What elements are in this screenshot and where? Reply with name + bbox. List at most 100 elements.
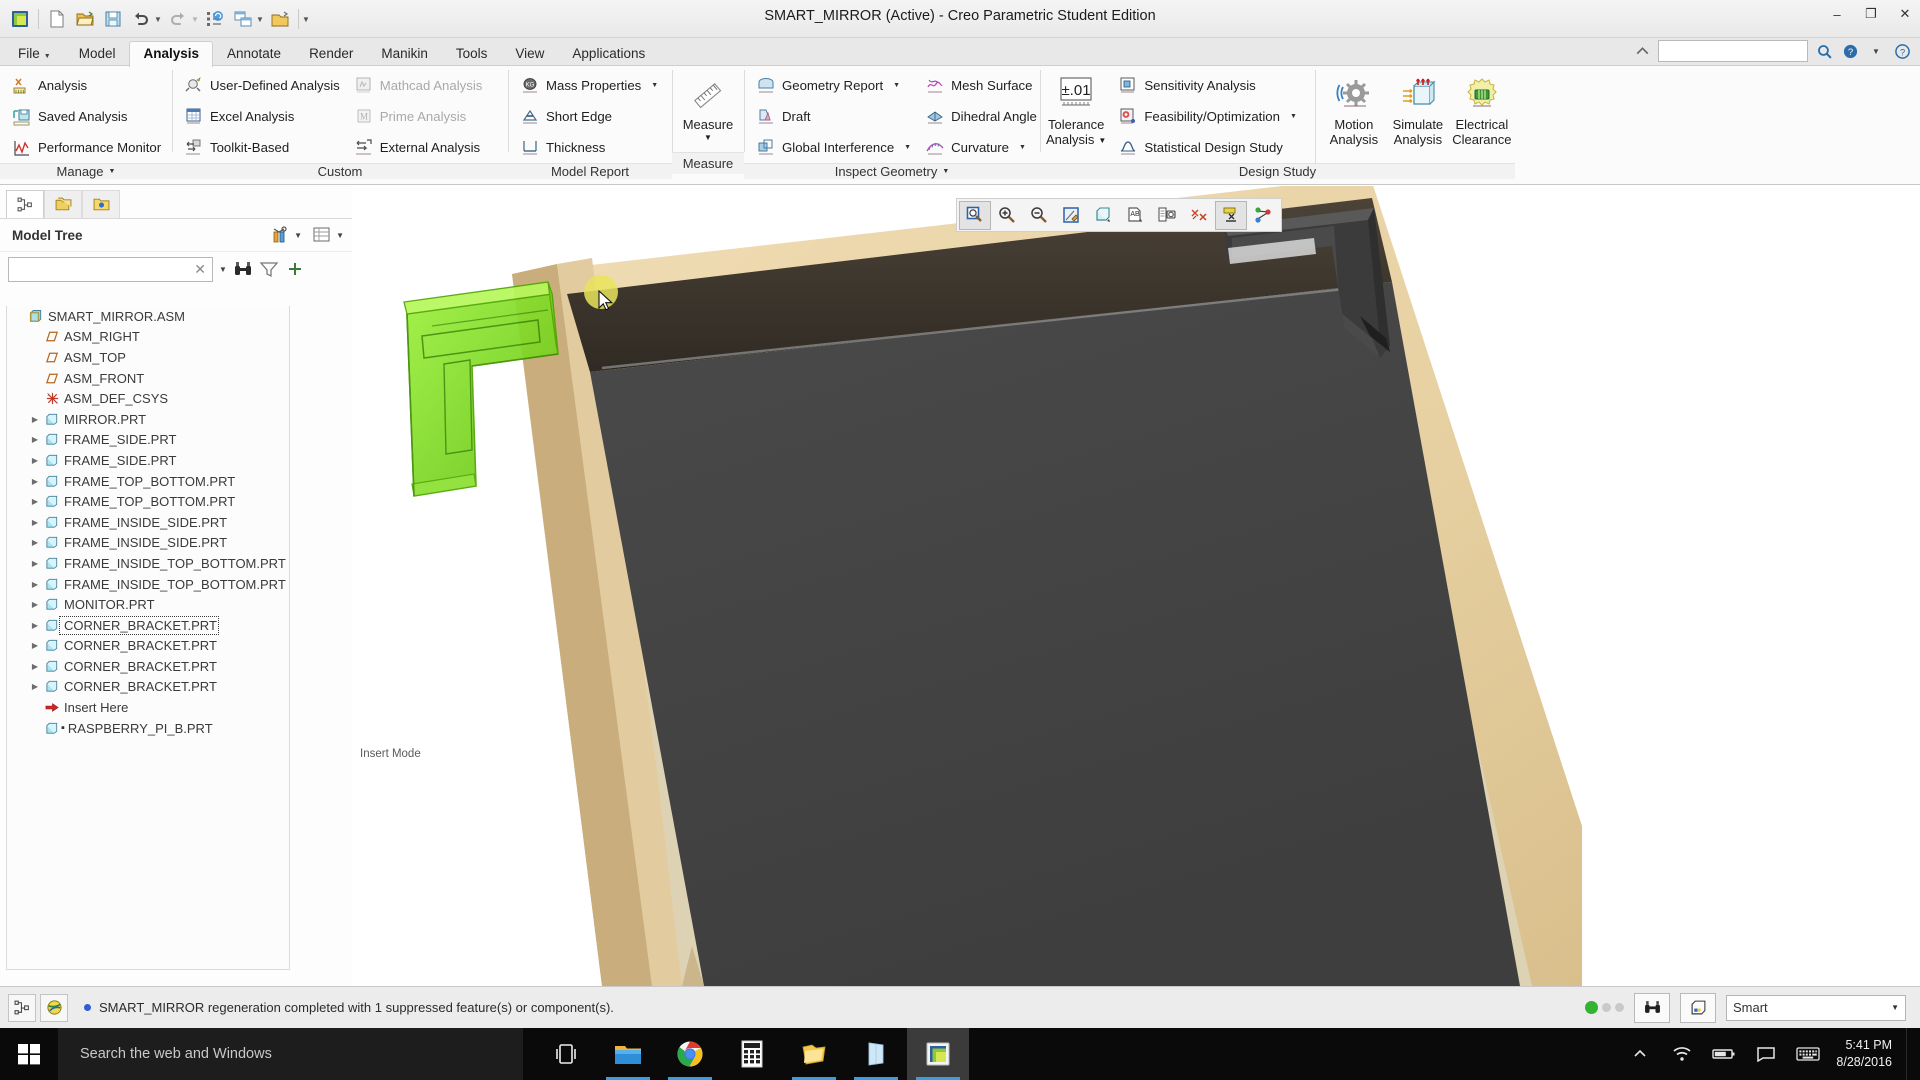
filter-funnel-icon[interactable] (259, 259, 279, 279)
expand-arrow-icon[interactable]: ▶ (27, 621, 43, 630)
tree-node[interactable]: SMART_MIRROR.ASM (7, 306, 289, 327)
tree-node[interactable]: ▶MONITOR.PRT (7, 594, 289, 615)
chevron-down-icon[interactable]: ▼ (219, 265, 227, 274)
ribbon-group-title[interactable]: Inspect Geometry▼ (744, 163, 1040, 179)
expand-arrow-icon[interactable]: ▶ (27, 497, 43, 506)
taskbar-search-input[interactable]: Search the web and Windows (58, 1028, 523, 1080)
mass-properties-button[interactable]: KG Mass Properties ▼ (514, 70, 666, 101)
keyboard-icon[interactable] (1788, 1028, 1828, 1080)
tree-node[interactable]: yxASM_DEF_CSYS (7, 388, 289, 409)
performance-monitor-button[interactable]: Performance Monitor (6, 132, 169, 163)
tree-node[interactable]: ▶FRAME_INSIDE_SIDE.PRT (7, 533, 289, 554)
favorites-tab[interactable] (82, 190, 120, 218)
expand-arrow-icon[interactable]: ▶ (27, 415, 43, 424)
tree-node[interactable]: ▶FRAME_TOP_BOTTOM.PRT (7, 471, 289, 492)
tree-node[interactable]: ASM_FRONT (7, 368, 289, 389)
annotation-display-icon[interactable]: AB (1119, 201, 1151, 230)
datum-display-filters-icon[interactable] (1183, 201, 1215, 230)
tree-node[interactable]: ▶FRAME_INSIDE_TOP_BOTTOM.PRT (7, 553, 289, 574)
excel-analysis-button[interactable]: Excel Analysis (178, 101, 348, 132)
thickness-button[interactable]: Thickness (514, 132, 666, 163)
find-binoculars-icon[interactable] (233, 259, 253, 279)
tab-annotate[interactable]: Annotate (213, 41, 295, 67)
show-desktop-button[interactable] (1906, 1028, 1914, 1080)
task-view-icon[interactable] (535, 1028, 597, 1080)
sensitivity-analysis-button[interactable]: Sensitivity Analysis (1112, 70, 1305, 101)
onedrive-icon[interactable] (845, 1028, 907, 1080)
tree-node[interactable]: Insert Here (7, 697, 289, 718)
3d-viewport[interactable]: Insert Mode AB (352, 186, 1920, 986)
tree-node[interactable]: ▶FRAME_INSIDE_SIDE.PRT (7, 512, 289, 533)
chevron-down-icon[interactable]: ▼ (704, 133, 712, 142)
tree-node[interactable]: ▶CORNER_BRACKET.PRT (7, 677, 289, 698)
appearance-gallery-icon[interactable] (1247, 201, 1279, 230)
calculator-icon[interactable] (721, 1028, 783, 1080)
creo-taskbar-icon[interactable] (907, 1028, 969, 1080)
chevron-down-icon[interactable]: ▼ (1290, 113, 1297, 120)
tree-node[interactable]: ASM_TOP (7, 347, 289, 368)
expand-arrow-icon[interactable]: ▶ (27, 477, 43, 486)
chevron-down-icon[interactable]: ▼ (651, 82, 658, 89)
zoom-in-icon[interactable] (991, 201, 1023, 230)
tab-analysis[interactable]: Analysis (129, 41, 213, 67)
expand-arrow-icon[interactable]: ▶ (27, 662, 43, 671)
browser-globe-icon[interactable] (40, 994, 68, 1022)
saved-views-icon[interactable] (1151, 201, 1183, 230)
clear-search-icon[interactable]: ✕ (194, 261, 206, 278)
repaint-icon[interactable] (1055, 201, 1087, 230)
prime-analysis-button[interactable]: M Prime Analysis (348, 101, 491, 132)
tree-search-input[interactable]: ✕ (8, 257, 213, 282)
dihedral-angle-button[interactable]: Dihedral Angle (919, 101, 1045, 132)
wifi-icon[interactable] (1662, 1028, 1702, 1080)
expand-arrow-icon[interactable]: ▶ (27, 518, 43, 527)
external-analysis-button[interactable]: External Analysis (348, 132, 491, 163)
maximize-button[interactable]: ❐ (1862, 6, 1880, 22)
expand-arrow-icon[interactable]: ▶ (27, 641, 43, 650)
short-edge-button[interactable]: Short Edge (514, 101, 666, 132)
tab-tools[interactable]: Tools (442, 41, 502, 67)
taskbar-clock[interactable]: 5:41 PM 8/28/2016 (1830, 1028, 1904, 1080)
minimize-button[interactable]: – (1828, 7, 1846, 22)
mesh-surface-button[interactable]: Mesh Surface (919, 70, 1045, 101)
display-style-icon[interactable] (1087, 201, 1119, 230)
action-center-icon[interactable] (1746, 1028, 1786, 1080)
battery-icon[interactable] (1704, 1028, 1744, 1080)
tree-node[interactable]: ▶CORNER_BRACKET.PRT (7, 636, 289, 657)
tree-node[interactable]: ▶CORNER_BRACKET.PRT (7, 656, 289, 677)
tree-structure-icon[interactable] (8, 994, 36, 1022)
add-plus-icon[interactable] (285, 259, 305, 279)
show-hidden-icons[interactable] (1620, 1028, 1660, 1080)
search-input[interactable] (1658, 40, 1808, 62)
tree-node[interactable]: ▶MIRROR.PRT (7, 409, 289, 430)
chevron-down-icon[interactable]: ▼ (336, 231, 344, 240)
folder-browser-tab[interactable] (44, 190, 82, 218)
chevron-down-icon[interactable]: ▼ (893, 82, 900, 89)
spin-center-icon[interactable] (1215, 201, 1247, 230)
tree-node[interactable]: ASM_RIGHT (7, 327, 289, 348)
zoom-to-fit-icon[interactable] (959, 201, 991, 230)
user-defined-analysis-button[interactable]: User-Defined Analysis (178, 70, 348, 101)
saved-analysis-button[interactable]: Saved Analysis (6, 101, 169, 132)
curvature-button[interactable]: Curvature ▼ (919, 132, 1045, 163)
mathcad-analysis-button[interactable]: Mathcad Analysis (348, 70, 491, 101)
ribbon-group-title[interactable]: Manage▼ (0, 163, 172, 179)
toolkit-based-button[interactable]: Toolkit-Based (178, 132, 348, 163)
tree-node[interactable]: ▶FRAME_INSIDE_TOP_BOTTOM.PRT (7, 574, 289, 595)
model-tree-tab[interactable] (6, 190, 44, 218)
statistical-design-study-button[interactable]: Statistical Design Study (1112, 132, 1305, 163)
chevron-down-icon[interactable]: ▼ (1098, 136, 1106, 145)
expand-arrow-icon[interactable]: ▶ (27, 600, 43, 609)
help-dropdown-caret[interactable]: ▼ (1866, 41, 1886, 61)
tree-node[interactable]: ▪RASPBERRY_PI_B.PRT (7, 718, 289, 739)
model-tree-list[interactable]: SMART_MIRROR.ASMASM_RIGHTASM_TOPASM_FRON… (6, 306, 290, 970)
search-icon[interactable] (1814, 41, 1834, 61)
tab-render[interactable]: Render (295, 41, 367, 67)
expand-arrow-icon[interactable]: ▶ (27, 559, 43, 568)
chrome-icon[interactable] (659, 1028, 721, 1080)
geometry-report-button[interactable]: Geometry Report ▼ (750, 70, 919, 101)
tab-applications[interactable]: Applications (558, 41, 659, 67)
zoom-out-icon[interactable] (1023, 201, 1055, 230)
tab-file[interactable]: File▼ (4, 41, 65, 67)
start-button[interactable] (0, 1028, 58, 1080)
chevron-down-icon[interactable]: ▼ (904, 144, 911, 151)
